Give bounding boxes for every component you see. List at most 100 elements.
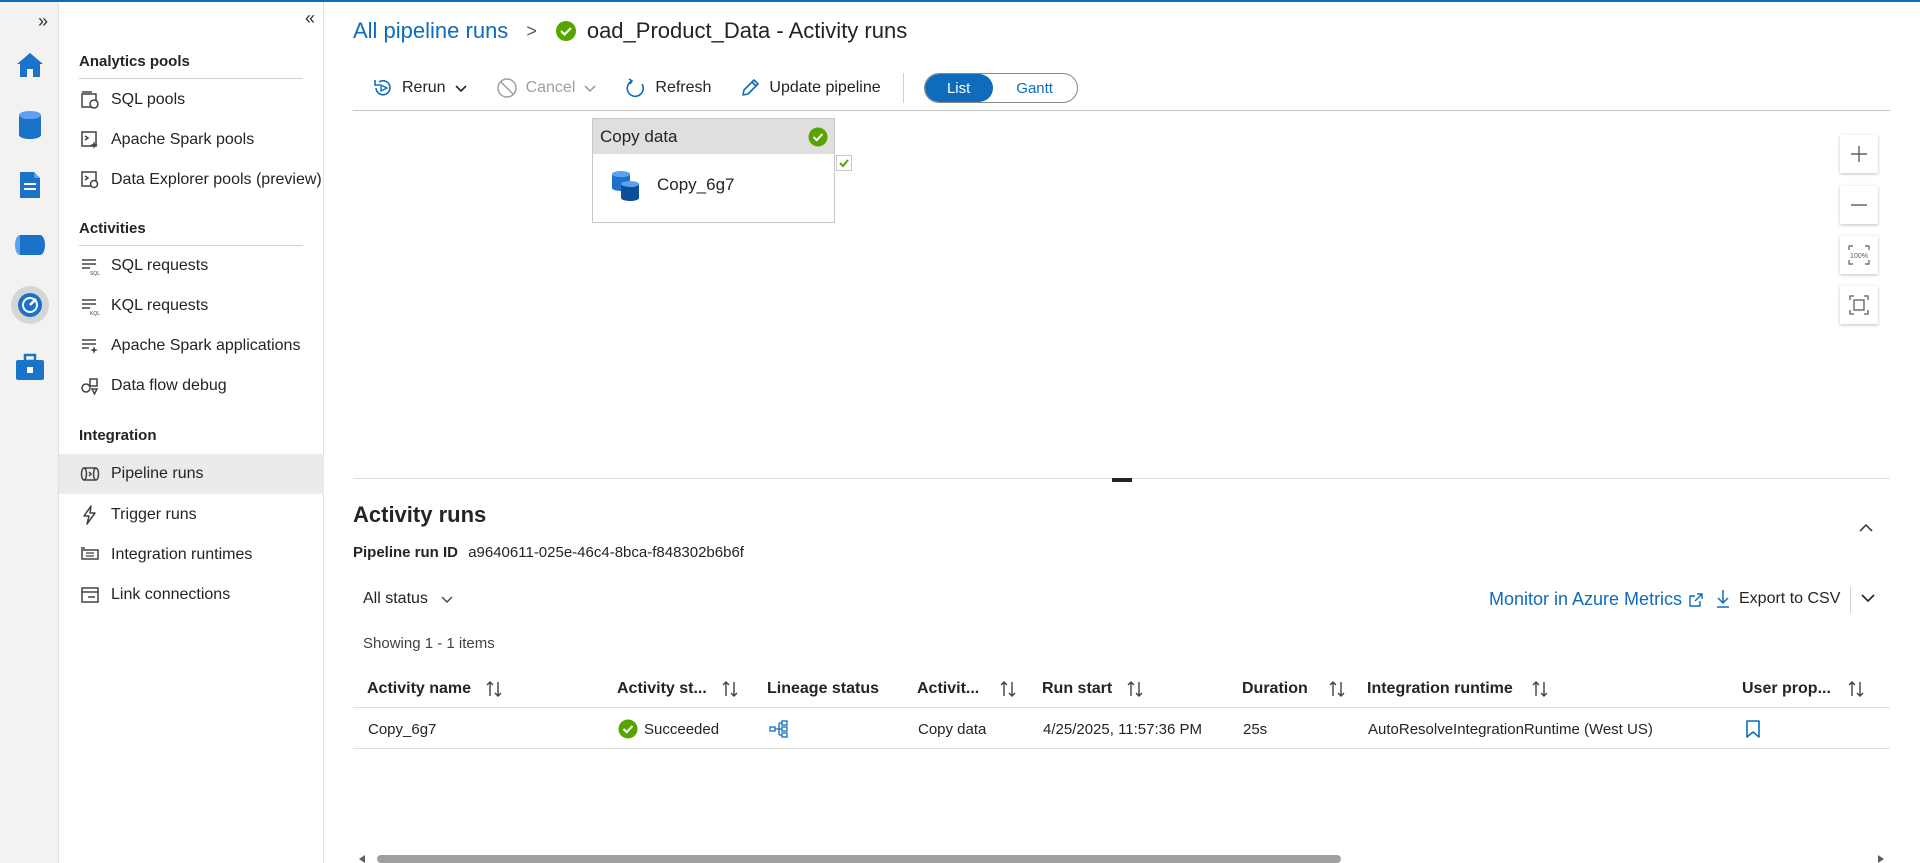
items-count: Showing 1 - 1 items bbox=[363, 635, 495, 652]
sort-icon[interactable] bbox=[1126, 680, 1144, 698]
breadcrumb: All pipeline runs > oad_Product_Data - A… bbox=[353, 16, 907, 46]
chevron-down-icon bbox=[454, 81, 468, 95]
chevron-down-icon bbox=[583, 81, 597, 95]
menu-item-pipeline-runs[interactable]: Pipeline runs bbox=[59, 454, 324, 494]
column-activity-status[interactable]: Activity st... bbox=[617, 670, 739, 708]
integration-runtimes-icon bbox=[79, 544, 101, 566]
refresh-icon bbox=[625, 77, 647, 99]
collapse-menu-icon[interactable]: « bbox=[305, 8, 315, 29]
column-activity-name[interactable]: Activity name bbox=[367, 670, 503, 708]
sort-icon[interactable] bbox=[1847, 680, 1865, 698]
chevron-down-icon[interactable] bbox=[1860, 590, 1876, 606]
develop-icon[interactable] bbox=[11, 166, 49, 204]
column-run-start[interactable]: Run start bbox=[1042, 670, 1144, 708]
sort-icon[interactable] bbox=[1328, 680, 1346, 698]
pipeline-runs-icon bbox=[79, 463, 101, 485]
menu-item-label: Data flow debug bbox=[111, 377, 227, 394]
link-connections-icon bbox=[79, 584, 101, 606]
lineage-icon[interactable] bbox=[769, 719, 789, 739]
cell-user-properties bbox=[1745, 709, 1761, 749]
update-pipeline-button[interactable]: Update pipeline bbox=[739, 77, 881, 99]
sort-icon[interactable] bbox=[1531, 680, 1549, 698]
export-to-csv-button[interactable]: Export to CSV bbox=[1715, 589, 1840, 609]
horizontal-scrollbar[interactable] bbox=[353, 853, 1890, 863]
menu-item-label: Link connections bbox=[111, 586, 231, 603]
menu-item-spark-pools[interactable]: Apache Spark pools bbox=[59, 120, 324, 160]
sort-icon[interactable] bbox=[485, 680, 503, 698]
svg-text:KQL: KQL bbox=[90, 311, 100, 316]
icon-rail: » bbox=[0, 2, 59, 863]
svg-text:SQL: SQL bbox=[90, 271, 100, 276]
zoom-100-icon: 100% bbox=[1848, 245, 1870, 265]
menu-item-integration-runtimes[interactable]: Integration runtimes bbox=[59, 535, 324, 575]
manage-icon[interactable] bbox=[11, 348, 49, 386]
menu-item-label: SQL pools bbox=[111, 91, 186, 108]
plus-icon bbox=[1850, 145, 1868, 163]
zoom-in-button[interactable] bbox=[1840, 135, 1878, 173]
group-activities: Activities bbox=[79, 220, 146, 237]
table-row[interactable]: Copy_6g7 Succeeded Copy data 4/25/2025, … bbox=[353, 709, 1890, 749]
column-integration-runtime[interactable]: Integration runtime bbox=[1367, 670, 1549, 708]
cell-activity-name: Copy_6g7 bbox=[368, 720, 437, 738]
integrate-icon[interactable] bbox=[11, 226, 49, 264]
data-icon[interactable] bbox=[11, 106, 49, 144]
group-analytics-pools: Analytics pools bbox=[79, 53, 190, 70]
column-label: Activit... bbox=[917, 680, 980, 697]
zoom-100-button[interactable]: 100% bbox=[1840, 236, 1878, 274]
menu-item-sql-requests[interactable]: SQL SQL requests bbox=[59, 246, 324, 286]
home-icon[interactable] bbox=[11, 46, 49, 84]
menu-item-sql-pools[interactable]: SQL pools bbox=[59, 80, 324, 120]
monitor-azure-metrics-link[interactable]: Monitor in Azure Metrics bbox=[1489, 589, 1704, 610]
pipeline-run-id-label: Pipeline run ID bbox=[353, 544, 459, 561]
sort-icon[interactable] bbox=[721, 680, 739, 698]
menu-item-link-connections[interactable]: Link connections bbox=[59, 575, 324, 615]
refresh-button[interactable]: Refresh bbox=[625, 77, 711, 99]
monitor-link-label: Monitor in Azure Metrics bbox=[1489, 589, 1683, 609]
menu-item-label: Data Explorer pools (preview) bbox=[111, 171, 322, 188]
activity-node-body: Copy_6g7 bbox=[593, 154, 834, 216]
status-filter-dropdown[interactable]: All status bbox=[363, 590, 454, 608]
activity-node-copy-data[interactable]: Copy data Copy_6g7 bbox=[592, 118, 835, 223]
menu-item-spark-applications[interactable]: Apache Spark applications bbox=[59, 326, 324, 366]
list-view-toggle[interactable]: List bbox=[924, 74, 993, 102]
activity-node-type: Copy data bbox=[600, 126, 678, 146]
cancel-icon bbox=[496, 77, 518, 99]
cell-activity-type: Copy data bbox=[918, 720, 987, 738]
scroll-left-arrow-icon[interactable] bbox=[359, 855, 365, 863]
expand-nav-icon[interactable]: » bbox=[30, 8, 56, 34]
fit-to-screen-button[interactable] bbox=[1840, 286, 1878, 324]
menu-item-kql-requests[interactable]: KQL KQL requests bbox=[59, 286, 324, 326]
status-filter-label: All status bbox=[363, 590, 428, 607]
succeeded-check-icon bbox=[618, 719, 638, 739]
menu-item-trigger-runs[interactable]: Trigger runs bbox=[59, 495, 324, 535]
chevron-up-icon[interactable] bbox=[1858, 520, 1874, 536]
menu-item-label: KQL requests bbox=[111, 297, 209, 314]
toolbar-divider-line bbox=[353, 110, 1890, 111]
splitter-grip[interactable] bbox=[1112, 478, 1132, 482]
gantt-view-toggle[interactable]: Gantt bbox=[993, 74, 1077, 102]
external-link-icon bbox=[1688, 592, 1704, 608]
divider bbox=[1850, 587, 1851, 613]
rerun-button[interactable]: Rerun bbox=[372, 77, 468, 99]
column-activity-type[interactable]: Activit... bbox=[917, 670, 1017, 708]
menu-item-data-explorer-pools[interactable]: Data Explorer pools (preview) bbox=[59, 160, 324, 200]
divider bbox=[79, 78, 303, 79]
download-icon bbox=[1715, 589, 1731, 609]
breadcrumb-all-pipeline-runs-link[interactable]: All pipeline runs bbox=[353, 18, 508, 44]
column-label: User prop... bbox=[1742, 680, 1831, 697]
scroll-right-arrow-icon[interactable] bbox=[1878, 855, 1884, 863]
succeeded-check-icon bbox=[808, 127, 828, 147]
column-duration[interactable]: Duration bbox=[1242, 670, 1346, 708]
scrollbar-thumb[interactable] bbox=[377, 855, 1341, 863]
sort-icon[interactable] bbox=[999, 680, 1017, 698]
edit-pencil-icon bbox=[739, 77, 761, 99]
menu-item-data-flow-debug[interactable]: Data flow debug bbox=[59, 366, 324, 406]
bookmark-icon[interactable] bbox=[1745, 719, 1761, 739]
monitor-icon[interactable] bbox=[11, 286, 49, 324]
on-success-output-icon[interactable] bbox=[836, 155, 852, 171]
pipeline-run-id-value: a9640611-025e-46c4-8bca-f848302b6b6f bbox=[468, 544, 744, 561]
cancel-button[interactable]: Cancel bbox=[496, 77, 598, 99]
column-user-properties[interactable]: User prop... bbox=[1742, 670, 1865, 708]
zoom-out-button[interactable] bbox=[1840, 186, 1878, 224]
menu-item-label: Pipeline runs bbox=[111, 465, 204, 482]
